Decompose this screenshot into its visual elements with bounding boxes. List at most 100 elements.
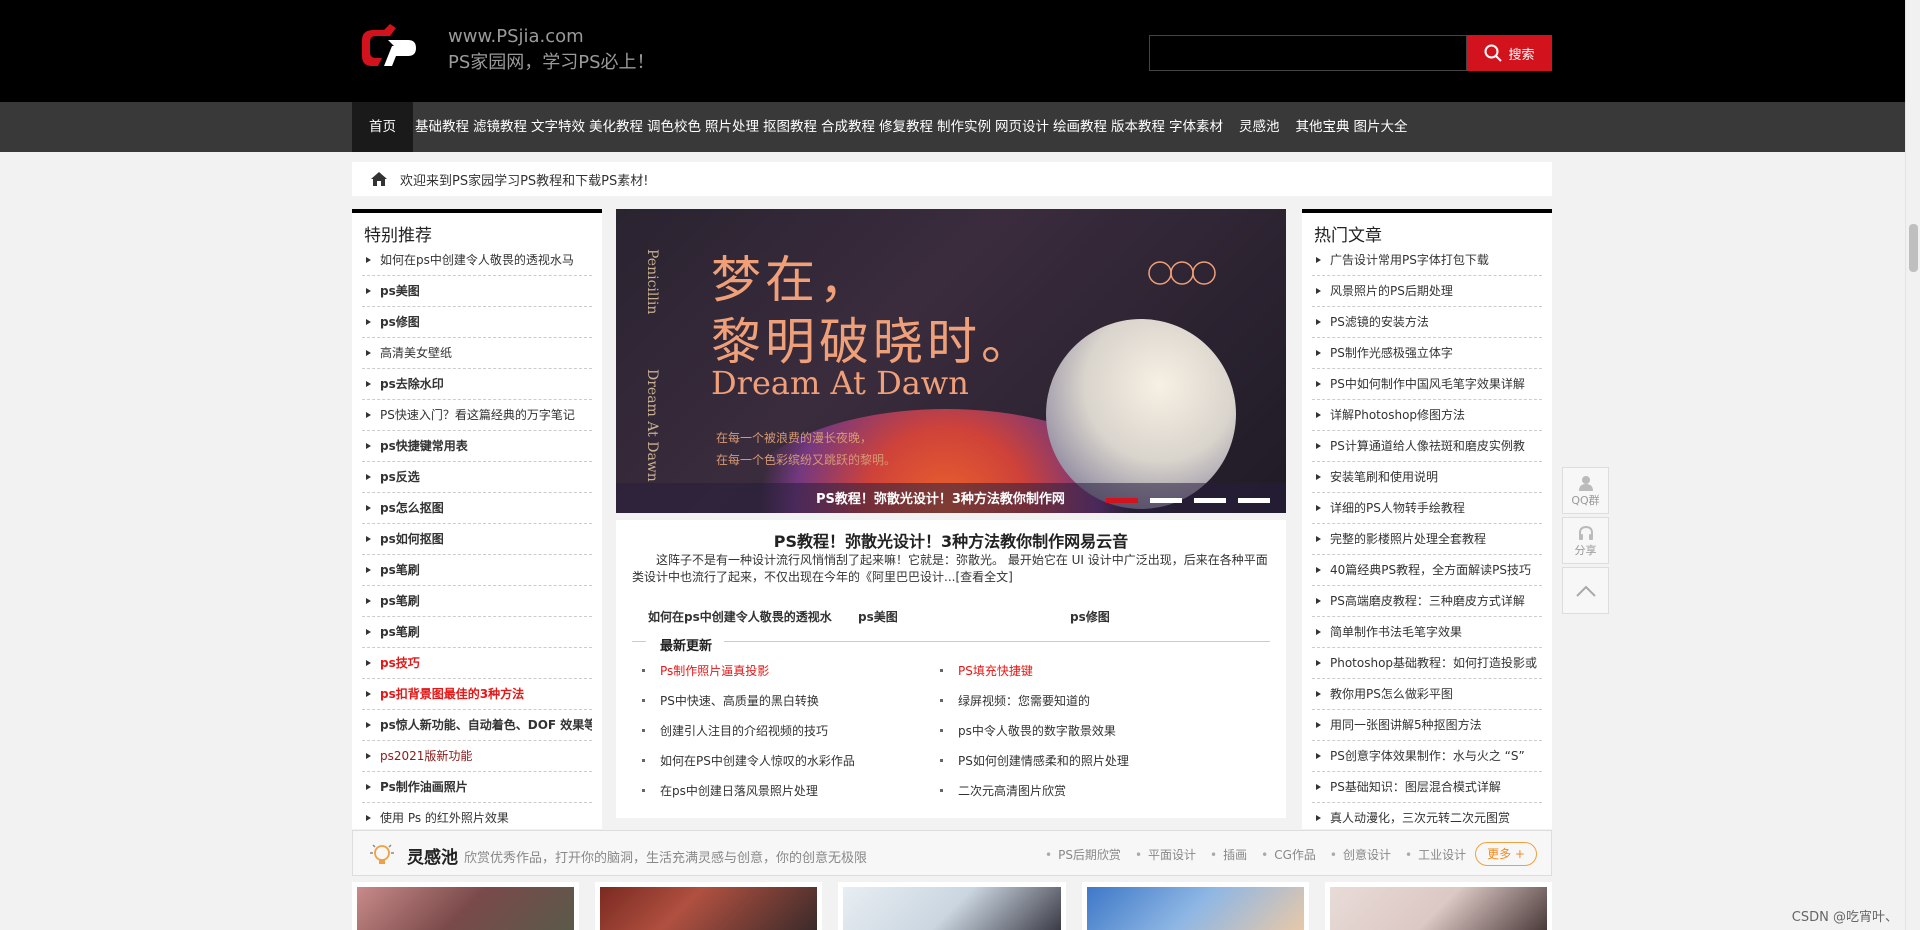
banner-caption[interactable]: PS教程！弥散光设计！3种方法教你制作网 bbox=[816, 488, 1065, 507]
nav-item-others[interactable]: 其他宝典 bbox=[1294, 102, 1352, 152]
list-item[interactable]: ps惊人新功能、自动着色、DOF 效果等 bbox=[362, 710, 592, 741]
inspiration-category[interactable]: 平面设计 bbox=[1135, 846, 1196, 863]
list-item[interactable]: ps快捷键常用表 bbox=[362, 431, 592, 462]
list-item[interactable]: PS中快速、高质量的黑白转换 bbox=[642, 694, 855, 724]
list-item[interactable]: 教你用PS怎么做彩平图 bbox=[1312, 679, 1542, 710]
list-item[interactable]: ps笔刷 bbox=[362, 555, 592, 586]
related-link[interactable]: ps修图 bbox=[1070, 608, 1110, 625]
list-item[interactable]: 使用 Ps 的红外照片效果 bbox=[362, 803, 592, 829]
carousel-dot[interactable] bbox=[1150, 498, 1182, 503]
list-item[interactable]: 详细的PS人物转手绘教程 bbox=[1312, 493, 1542, 524]
more-button[interactable]: 更多 + bbox=[1475, 842, 1537, 866]
inspiration-category[interactable]: 工业设计 bbox=[1405, 846, 1466, 863]
list-item[interactable]: ps如何抠图 bbox=[362, 524, 592, 555]
list-item[interactable]: 完整的影楼照片处理全套教程 bbox=[1312, 524, 1542, 555]
list-item[interactable]: PS快速入门？看这篇经典的万字笔记 bbox=[362, 400, 592, 431]
list-item[interactable]: 简单制作书法毛笔字效果 bbox=[1312, 617, 1542, 648]
share-label: 分享 bbox=[1574, 543, 1597, 557]
thumbnail-image[interactable] bbox=[838, 882, 1066, 930]
inspiration-category[interactable]: CG作品 bbox=[1261, 846, 1316, 863]
list-item[interactable]: 创建引人注目的介绍视频的技巧 bbox=[642, 724, 855, 754]
list-item[interactable]: PS高端磨皮教程：三种磨皮方式详解 bbox=[1312, 586, 1542, 617]
nav-item-cutout[interactable]: 抠图教程 bbox=[761, 102, 819, 152]
inspiration-category[interactable]: 插画 bbox=[1210, 846, 1247, 863]
list-item[interactable]: ps修图 bbox=[362, 307, 592, 338]
list-item[interactable]: ps怎么抠图 bbox=[362, 493, 592, 524]
list-item[interactable]: 风景照片的PS后期处理 bbox=[1312, 276, 1542, 307]
carousel-dot[interactable] bbox=[1106, 498, 1138, 503]
related-link[interactable]: ps美图 bbox=[858, 608, 1070, 625]
list-item[interactable]: PS如何创建情感柔和的照片处理 bbox=[940, 754, 1129, 784]
list-item[interactable]: Ps制作照片逼真投影 bbox=[642, 664, 855, 694]
list-item[interactable]: 如何在PS中创建令人惊叹的水彩作品 bbox=[642, 754, 855, 784]
nav-item-basics[interactable]: 基础教程 bbox=[413, 102, 471, 152]
nav-item-repair[interactable]: 修复教程 bbox=[877, 102, 935, 152]
qq-group-button[interactable]: QQ群 bbox=[1562, 467, 1609, 514]
list-item[interactable]: 广告设计常用PS字体打包下载 bbox=[1312, 245, 1542, 276]
thumbnail-image[interactable] bbox=[352, 882, 580, 930]
nav-item-fonts[interactable]: 字体素材 bbox=[1167, 102, 1225, 152]
nav-item-versions[interactable]: 版本教程 bbox=[1109, 102, 1167, 152]
read-more-link[interactable]: [查看全文] bbox=[955, 570, 1012, 584]
list-item[interactable]: ps笔刷 bbox=[362, 617, 592, 648]
article-summary-text: 这阵子不是有一种设计流行风悄悄刮了起来嘛！它就是：弥散光。 最开始它在 UI 设… bbox=[632, 553, 1268, 584]
share-button[interactable]: 分享 bbox=[1562, 517, 1609, 564]
nav-item-inspiration[interactable]: 灵感池 bbox=[1237, 102, 1282, 152]
carousel-dot[interactable] bbox=[1194, 498, 1226, 503]
list-item[interactable]: ps技巧 bbox=[362, 648, 592, 679]
list-item[interactable]: Ps制作油画照片 bbox=[362, 772, 592, 803]
list-item[interactable]: PS创意字体效果制作：水与火之 “S” bbox=[1312, 741, 1542, 772]
search-input[interactable] bbox=[1149, 35, 1467, 71]
thumbnail-image[interactable] bbox=[1324, 882, 1553, 930]
list-item[interactable]: ps2021版新功能 bbox=[362, 741, 592, 772]
nav-item-filters[interactable]: 滤镜教程 bbox=[471, 102, 529, 152]
article-title[interactable]: PS教程！弥散光设计！3种方法教你制作网易云音 bbox=[616, 528, 1286, 552]
list-item[interactable]: 绿屏视频：您需要知道的 bbox=[940, 694, 1129, 724]
scrollbar-thumb[interactable] bbox=[1909, 224, 1918, 272]
inspiration-category[interactable]: PS后期欣赏 bbox=[1045, 846, 1121, 863]
inspiration-category[interactable]: 创意设计 bbox=[1330, 846, 1391, 863]
list-item[interactable]: PS计算通道给人像祛斑和磨皮实例教 bbox=[1312, 431, 1542, 462]
nav-item-web-design[interactable]: 网页设计 bbox=[993, 102, 1051, 152]
nav-item-home[interactable]: 首页 bbox=[352, 102, 413, 152]
list-item[interactable]: PS制作光感极强立体字 bbox=[1312, 338, 1542, 369]
search-button[interactable]: 搜索 bbox=[1467, 35, 1552, 71]
list-item[interactable]: 40篇经典PS教程，全方面解读PS技巧 bbox=[1312, 555, 1542, 586]
list-item[interactable]: 高清美女壁纸 bbox=[362, 338, 592, 369]
list-item[interactable]: ps扣背景图最佳的3种方法 bbox=[362, 679, 592, 710]
list-item[interactable]: ps中令人敬畏的数字散景效果 bbox=[940, 724, 1129, 754]
thumbnail-image[interactable] bbox=[1081, 882, 1309, 930]
nav-item-beautify[interactable]: 美化教程 bbox=[587, 102, 645, 152]
site-logo-icon[interactable] bbox=[352, 22, 422, 72]
list-item[interactable]: 详解Photoshop修图方法 bbox=[1312, 400, 1542, 431]
scrollbar[interactable] bbox=[1905, 0, 1920, 930]
list-item[interactable]: 二次元高清图片欣赏 bbox=[940, 784, 1129, 814]
nav-item-color[interactable]: 调色校色 bbox=[645, 102, 703, 152]
nav-item-text-effects[interactable]: 文字特效 bbox=[529, 102, 587, 152]
list-item[interactable]: 用同一张图讲解5种抠图方法 bbox=[1312, 710, 1542, 741]
nav-item-composite[interactable]: 合成教程 bbox=[819, 102, 877, 152]
nav-item-examples[interactable]: 制作实例 bbox=[935, 102, 993, 152]
thumbnail-image[interactable] bbox=[595, 882, 823, 930]
carousel-dot[interactable] bbox=[1238, 498, 1270, 503]
list-item[interactable]: ps美图 bbox=[362, 276, 592, 307]
list-item[interactable]: ps去除水印 bbox=[362, 369, 592, 400]
home-icon[interactable] bbox=[370, 171, 388, 187]
list-item[interactable]: PS基础知识：图层混合模式详解 bbox=[1312, 772, 1542, 803]
list-item[interactable]: PS滤镜的安装方法 bbox=[1312, 307, 1542, 338]
list-item[interactable]: 真人动漫化，三次元转二次元图赏 bbox=[1312, 803, 1542, 829]
list-item[interactable]: ps笔刷 bbox=[362, 586, 592, 617]
list-item[interactable]: PS填充快捷键 bbox=[940, 664, 1129, 694]
list-item[interactable]: 在ps中创建日落风景照片处理 bbox=[642, 784, 855, 814]
nav-item-gallery[interactable]: 图片大全 bbox=[1352, 102, 1410, 152]
banner-carousel[interactable]: Penicillin Dream At Dawn 梦在， 黎明破晓时。 Drea… bbox=[616, 209, 1286, 513]
list-item[interactable]: Photoshop基础教程：如何打造投影或 bbox=[1312, 648, 1542, 679]
list-item[interactable]: PS中如何制作中国风毛笔字效果详解 bbox=[1312, 369, 1542, 400]
back-to-top-button[interactable] bbox=[1562, 567, 1609, 614]
nav-item-painting[interactable]: 绘画教程 bbox=[1051, 102, 1109, 152]
list-item[interactable]: 如何在ps中创建令人敬畏的透视水马 bbox=[362, 245, 592, 276]
list-item[interactable]: ps反选 bbox=[362, 462, 592, 493]
nav-item-photo[interactable]: 照片处理 bbox=[703, 102, 761, 152]
list-item[interactable]: 安装笔刷和使用说明 bbox=[1312, 462, 1542, 493]
related-link[interactable]: 如何在ps中创建令人敬畏的透视水 bbox=[648, 608, 858, 625]
